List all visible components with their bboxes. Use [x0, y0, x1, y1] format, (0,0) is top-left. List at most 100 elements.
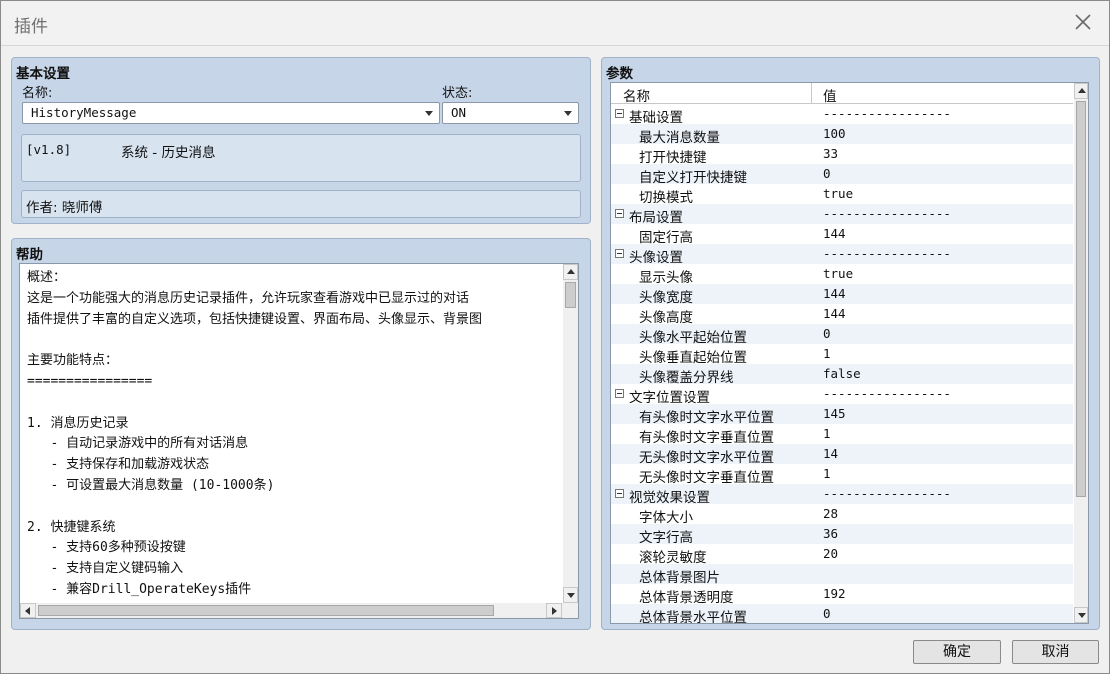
parameter-row[interactable]: 头像覆盖分界线 false — [611, 364, 1073, 386]
parameter-name: 显示头像 — [639, 270, 693, 286]
parameter-name: 滚轮灵敏度 — [639, 550, 707, 566]
plugin-name-select[interactable]: HistoryMessage — [22, 102, 440, 124]
parameter-group-row[interactable]: 文字位置设置 ----------------- — [611, 384, 1073, 406]
plugin-dialog: 插件 基本设置 名称: HistoryMessage 状态: ON [v1.8]… — [0, 0, 1110, 674]
parameter-name: 文字行高 — [639, 530, 693, 546]
scroll-thumb[interactable] — [565, 282, 576, 308]
parameter-row[interactable]: 有头像时文字垂直位置 1 — [611, 424, 1073, 446]
parameter-group-row[interactable]: 布局设置 ----------------- — [611, 204, 1073, 226]
parameter-row[interactable]: 固定行高 144 — [611, 224, 1073, 246]
scroll-right-button[interactable] — [546, 603, 562, 618]
parameter-name: 固定行高 — [639, 230, 693, 246]
parameter-row[interactable]: 头像水平起始位置 0 — [611, 324, 1073, 346]
help-line: 概述： — [27, 270, 67, 285]
collapse-icon[interactable] — [615, 109, 624, 118]
scroll-thumb-horizontal[interactable] — [38, 605, 494, 616]
parameter-row[interactable]: 打开快捷键 33 — [611, 144, 1073, 166]
parameter-group-row[interactable]: 头像设置 ----------------- — [611, 244, 1073, 266]
scroll-thumb[interactable] — [1076, 101, 1086, 497]
status-select[interactable]: ON — [442, 102, 579, 124]
parameter-row[interactable]: 自定义打开快捷键 0 — [611, 164, 1073, 186]
parameter-row[interactable]: 滚轮灵敏度 20 — [611, 544, 1073, 566]
params-vertical-scrollbar[interactable] — [1074, 83, 1088, 623]
parameter-row[interactable]: 有头像时文字水平位置 145 — [611, 404, 1073, 426]
name-label: 名称: — [22, 86, 53, 101]
parameter-row[interactable]: 总体背景图片 — [611, 564, 1073, 586]
help-line: - 自动记录游戏中的所有对话消息 — [27, 436, 249, 452]
column-divider[interactable] — [811, 83, 812, 103]
cancel-button[interactable]: 取消 — [1012, 640, 1099, 664]
help-line: - 支持60多种预设按键 — [27, 540, 186, 556]
parameter-value: 0 — [823, 606, 831, 621]
parameter-name: 打开快捷键 — [639, 150, 707, 166]
parameter-group-row[interactable]: 视觉效果设置 ----------------- — [611, 484, 1073, 506]
parameter-row[interactable]: 最大消息数量 100 — [611, 124, 1073, 146]
parameter-value: 14 — [823, 446, 839, 461]
parameter-name: 最大消息数量 — [639, 130, 720, 146]
status-label: 状态: — [442, 86, 473, 101]
collapse-icon[interactable] — [615, 209, 624, 218]
parameter-value: 1 — [823, 466, 831, 481]
scroll-down-button[interactable] — [1074, 607, 1088, 623]
parameter-value: ----------------- — [823, 486, 951, 501]
help-vertical-scrollbar[interactable] — [563, 264, 578, 603]
parameter-name: 自定义打开快捷键 — [639, 170, 747, 186]
parameter-row[interactable]: 头像高度 144 — [611, 304, 1073, 326]
ok-button[interactable]: 确定 — [913, 640, 1001, 664]
help-line: - 支持保存和加载游戏状态 — [27, 457, 210, 473]
parameter-value: ----------------- — [823, 246, 951, 261]
basic-settings-panel: 基本设置 名称: HistoryMessage 状态: ON [v1.8] 系统… — [11, 57, 591, 224]
parameter-name: 头像宽度 — [639, 290, 693, 306]
parameter-name: 头像高度 — [639, 310, 693, 326]
parameter-value: ----------------- — [823, 106, 951, 121]
scroll-down-button[interactable] — [563, 587, 578, 603]
scroll-up-button[interactable] — [563, 264, 578, 280]
parameter-name: 有头像时文字垂直位置 — [639, 430, 774, 446]
parameter-row[interactable]: 字体大小 28 — [611, 504, 1073, 526]
parameter-row[interactable]: 无头像时文字水平位置 14 — [611, 444, 1073, 466]
parameter-value: 0 — [823, 166, 831, 181]
parameter-row[interactable]: 头像宽度 144 — [611, 284, 1073, 306]
scroll-up-button[interactable] — [1074, 83, 1088, 99]
parameters-title: 参数 — [606, 66, 633, 82]
help-textbox[interactable]: 概述： 这是一个功能强大的消息历史记录插件，允许玩家查看游戏中已显示过的对话 插件提… — [19, 263, 579, 619]
parameter-value: 0 — [823, 326, 831, 341]
dialog-title: 插件 — [14, 17, 48, 37]
close-icon[interactable] — [1071, 10, 1095, 34]
basic-settings-title: 基本设置 — [16, 66, 70, 82]
parameter-name: 视觉效果设置 — [629, 490, 710, 506]
parameter-row[interactable]: 显示头像 true — [611, 264, 1073, 286]
column-header-value[interactable]: 值 — [823, 85, 837, 105]
column-header-name[interactable]: 名称 — [623, 85, 650, 105]
scroll-left-button[interactable] — [20, 603, 36, 618]
parameter-value: 28 — [823, 506, 839, 521]
collapse-icon[interactable] — [615, 249, 624, 258]
parameter-name: 无头像时文字垂直位置 — [639, 470, 774, 486]
plugin-name-value: HistoryMessage — [31, 105, 137, 120]
parameter-value: true — [823, 186, 854, 201]
parameter-group-row[interactable]: 基础设置 ----------------- — [611, 104, 1073, 126]
plugin-version: [v1.8] — [26, 142, 72, 157]
parameter-row[interactable]: 头像垂直起始位置 1 — [611, 344, 1073, 366]
parameter-name: 有头像时文字水平位置 — [639, 410, 774, 426]
parameter-value: 144 — [823, 226, 846, 241]
help-line: ================ — [27, 373, 153, 389]
status-value: ON — [451, 105, 467, 120]
parameter-row[interactable]: 文字行高 36 — [611, 524, 1073, 546]
parameter-row[interactable]: 切换模式 true — [611, 184, 1073, 206]
parameter-name: 基础设置 — [629, 110, 683, 126]
collapse-icon[interactable] — [615, 389, 624, 398]
collapse-icon[interactable] — [615, 489, 624, 498]
help-line: 插件提供了丰富的自定义选项，包括快捷键设置、界面布局、头像显示、背景图 — [27, 311, 483, 327]
parameter-value: 33 — [823, 146, 839, 161]
parameter-value: 144 — [823, 286, 846, 301]
help-horizontal-scrollbar[interactable] — [20, 603, 578, 618]
help-line: - 可设置最大消息数量 (10-1000条) — [27, 477, 275, 493]
title-bar: 插件 — [1, 1, 1109, 46]
parameter-row[interactable]: 总体背景透明度 192 — [611, 584, 1073, 606]
parameter-row[interactable]: 无头像时文字垂直位置 1 — [611, 464, 1073, 486]
parameter-name: 总体背景水平位置 — [639, 610, 747, 624]
parameter-value: 1 — [823, 346, 831, 361]
parameter-row[interactable]: 总体背景水平位置 0 — [611, 604, 1073, 624]
parameter-value: 192 — [823, 586, 846, 601]
